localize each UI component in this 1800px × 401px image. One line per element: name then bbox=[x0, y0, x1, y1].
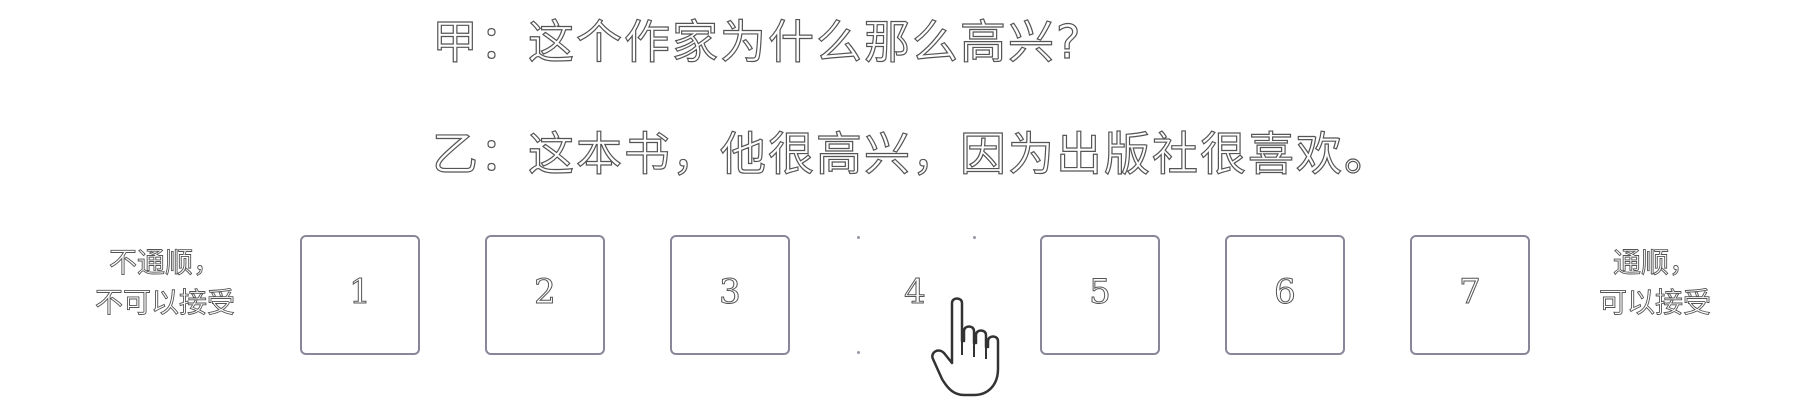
rating-value: 3 bbox=[719, 272, 742, 313]
hover-outline-dot bbox=[857, 236, 860, 239]
rating-value: 5 bbox=[1089, 272, 1112, 313]
rating-button-4[interactable]: 4 bbox=[855, 235, 975, 355]
rating-button-6[interactable]: 6 bbox=[1225, 235, 1345, 355]
scale-left-label: 不通顺， 不可以接受 bbox=[70, 243, 260, 323]
scale-left-label-line2: 不可以接受 bbox=[94, 286, 236, 320]
rating-value: 6 bbox=[1274, 272, 1297, 313]
hover-outline-dot bbox=[857, 351, 860, 354]
rating-button-3[interactable]: 3 bbox=[670, 235, 790, 355]
rating-value: 4 bbox=[904, 272, 927, 313]
rating-button-1[interactable]: 1 bbox=[300, 235, 420, 355]
scale-right-label-line1: 通顺， bbox=[1612, 246, 1698, 280]
rating-button-5[interactable]: 5 bbox=[1040, 235, 1160, 355]
rating-value: 7 bbox=[1459, 272, 1482, 313]
scale-right-label-line2: 可以接受 bbox=[1598, 286, 1712, 320]
dialogue-line-b: 乙：这本书，他很高兴，因为出版社很喜欢。 bbox=[431, 126, 1392, 181]
rating-value: 1 bbox=[349, 272, 372, 313]
hover-outline-dot bbox=[973, 351, 976, 354]
dialogue-line-a: 甲：这个作家为什么那么高兴? bbox=[431, 14, 1083, 69]
rating-value: 2 bbox=[534, 272, 557, 313]
scale-left-label-line1: 不通顺， bbox=[108, 246, 222, 280]
rating-button-7[interactable]: 7 bbox=[1410, 235, 1530, 355]
hover-outline-dot bbox=[973, 236, 976, 239]
scale-right-label: 通顺， 可以接受 bbox=[1575, 243, 1735, 323]
rating-button-2[interactable]: 2 bbox=[485, 235, 605, 355]
